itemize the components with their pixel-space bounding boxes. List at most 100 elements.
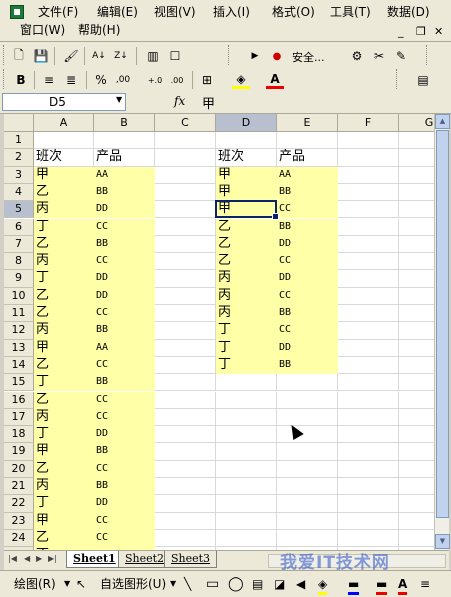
cell-d18[interactable] <box>216 426 277 444</box>
cell-e15[interactable] <box>277 374 338 392</box>
cell-f12[interactable] <box>338 322 399 340</box>
cell-g18[interactable] <box>399 426 434 444</box>
cell-c5[interactable] <box>155 201 216 219</box>
cell-e11[interactable]: BB <box>277 305 338 323</box>
cell-c19[interactable] <box>155 443 216 461</box>
borders-icon[interactable]: ⊞ <box>198 71 216 89</box>
cell-b10[interactable]: DD <box>94 287 155 305</box>
cell-c21[interactable] <box>155 478 216 496</box>
cell-a21[interactable]: 丙 <box>34 478 94 496</box>
cell-a14[interactable]: 乙 <box>34 356 94 375</box>
cell-g5[interactable] <box>399 201 434 219</box>
cell-b17[interactable]: CC <box>94 408 155 427</box>
column-header-f[interactable]: F <box>338 114 399 132</box>
cell-g9[interactable] <box>399 270 434 288</box>
cell-g20[interactable] <box>399 461 434 478</box>
font-color-icon[interactable]: A <box>266 71 284 89</box>
row-header-13[interactable]: 13 <box>4 339 34 357</box>
record-macro-icon[interactable]: ● <box>268 47 286 65</box>
cell-e12[interactable]: CC <box>277 322 338 340</box>
cell-e16[interactable] <box>277 391 338 409</box>
cell-e3[interactable]: AA <box>277 166 338 184</box>
row-header-20[interactable]: 20 <box>4 460 34 478</box>
cell-a10[interactable]: 乙 <box>34 287 94 305</box>
cell-a2[interactable]: 班次 <box>34 149 94 167</box>
save-icon[interactable]: 💾 <box>32 47 50 65</box>
cell-b23[interactable]: CC <box>94 512 155 530</box>
cell-a23[interactable]: 甲 <box>34 512 94 530</box>
oval-icon[interactable]: ◯ <box>228 576 244 592</box>
toolbar-options-icon[interactable]: ▤ <box>414 71 432 89</box>
autoshapes-dropdown-icon[interactable]: ▼ <box>170 576 176 592</box>
tab-sheet1[interactable]: Sheet1 <box>66 551 123 568</box>
comma-style-icon[interactable]: ,00 <box>114 71 132 89</box>
cell-b12[interactable]: BB <box>94 322 155 340</box>
last-sheet-icon[interactable]: ▶| <box>48 554 57 563</box>
cell-d13[interactable]: 丁 <box>216 339 277 357</box>
restore-button[interactable]: ❐ <box>416 26 426 38</box>
toolbar-grip[interactable] <box>3 45 6 67</box>
scroll-down-button[interactable]: ▼ <box>435 534 450 549</box>
column-header-e[interactable]: E <box>277 114 338 132</box>
cell-b4[interactable]: BB <box>94 183 155 202</box>
cell-f3[interactable] <box>338 166 399 184</box>
cell-a8[interactable]: 丙 <box>34 253 94 271</box>
cell-e21[interactable] <box>277 478 338 496</box>
row-header-14[interactable]: 14 <box>4 356 34 375</box>
first-sheet-icon[interactable]: |◀ <box>8 554 17 563</box>
row-header-22[interactable]: 22 <box>4 495 34 513</box>
line-icon[interactable]: ╲ <box>184 576 191 592</box>
cell-f18[interactable] <box>338 426 399 444</box>
menu-file[interactable]: 文件(F) <box>38 4 78 20</box>
cell-c9[interactable] <box>155 270 216 288</box>
font-color-icon[interactable]: ▬ <box>376 576 388 595</box>
cell-a3[interactable]: 甲 <box>34 166 94 184</box>
row-header-24[interactable]: 24 <box>4 529 34 548</box>
cell-c17[interactable] <box>155 408 216 427</box>
cell-d17[interactable] <box>216 408 277 427</box>
cell-c8[interactable] <box>155 253 216 271</box>
cell-b6[interactable]: CC <box>94 218 155 236</box>
cell-a22[interactable]: 丁 <box>34 495 94 513</box>
cell-a17[interactable]: 丙 <box>34 408 94 427</box>
cell-f6[interactable] <box>338 218 399 236</box>
menu-format[interactable]: 格式(O) <box>272 4 315 20</box>
row-header-18[interactable]: 18 <box>4 426 34 444</box>
cell-c23[interactable] <box>155 512 216 530</box>
cell-e8[interactable]: CC <box>277 253 338 271</box>
rectangle-icon[interactable]: ▭ <box>206 576 219 592</box>
column-header-d[interactable]: D <box>216 114 277 132</box>
horizontal-scrollbar[interactable] <box>268 554 446 568</box>
cell-a11[interactable]: 乙 <box>34 305 94 323</box>
cell-d24[interactable] <box>216 529 277 548</box>
vertical-scrollbar[interactable]: ▲ ▼ <box>434 114 450 550</box>
menu-tools[interactable]: 工具(T) <box>330 4 371 20</box>
line-style-icon[interactable]: ≡ <box>420 576 430 592</box>
tools-icon[interactable]: ✂ <box>370 47 388 65</box>
cell-b24[interactable]: CC <box>94 529 155 548</box>
cell-c22[interactable] <box>155 495 216 513</box>
cell-f4[interactable] <box>338 183 399 202</box>
minimize-button[interactable]: _ <box>398 26 404 38</box>
cell-d5[interactable]: 甲 <box>216 201 277 219</box>
cell-c12[interactable] <box>155 322 216 340</box>
toolbar-grip[interactable] <box>3 69 6 91</box>
cell-f10[interactable] <box>338 287 399 305</box>
cell-f23[interactable] <box>338 512 399 530</box>
cell-g4[interactable] <box>399 184 434 202</box>
cell-a13[interactable]: 甲 <box>34 339 94 357</box>
cell-a15[interactable]: 丁 <box>34 374 94 392</box>
cell-f1[interactable] <box>338 132 399 150</box>
cell-g17[interactable] <box>399 409 434 427</box>
row-header-9[interactable]: 9 <box>4 270 34 288</box>
cell-c11[interactable] <box>155 305 216 323</box>
run-macro-icon[interactable]: ▶ <box>246 47 264 65</box>
toolbar-grip[interactable] <box>426 45 429 67</box>
row-header-15[interactable]: 15 <box>4 374 34 392</box>
cell-a16[interactable]: 乙 <box>34 391 94 409</box>
bold-icon[interactable]: B <box>12 71 30 89</box>
cell-a18[interactable]: 丁 <box>34 426 94 444</box>
fill-color-icon[interactable]: ◈ <box>232 71 250 89</box>
column-header-g[interactable]: G <box>399 114 434 132</box>
cell-b15[interactable]: BB <box>94 374 155 392</box>
